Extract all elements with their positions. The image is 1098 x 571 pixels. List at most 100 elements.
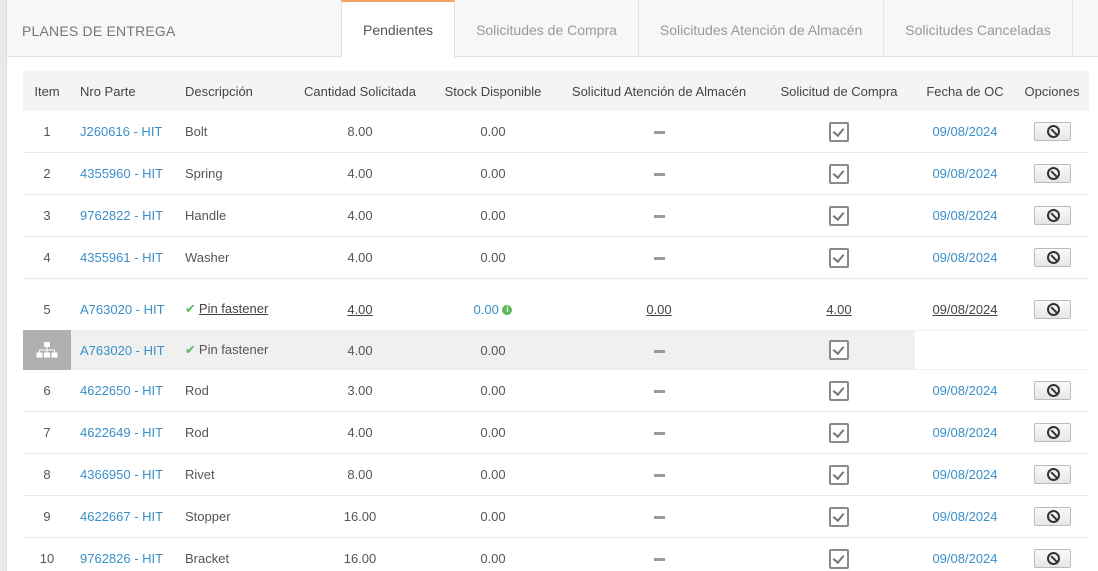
header-stock[interactable]: Stock Disponible (431, 84, 555, 99)
tab-solicitudes-almacen[interactable]: Solicitudes Atención de Almacén (639, 0, 885, 57)
checkbox-checked-icon[interactable] (829, 380, 849, 401)
qty-value: 8.00 (347, 124, 373, 139)
part-link[interactable]: J260616 - HIT (80, 124, 162, 139)
delivery-plans-panel: PLANES DE ENTREGA Pendientes Solicitudes… (6, 0, 1098, 571)
tab-solicitudes-canceladas[interactable]: Solicitudes Canceladas (884, 0, 1073, 57)
header-desc[interactable]: Descripción (177, 84, 289, 99)
table-row[interactable]: 2 4355960 - HIT Spring 4.00 0.00 09/08/2024 (23, 153, 1089, 195)
table-row[interactable]: 10 9762826 - HIT Bracket 16.00 0.00 09/08/202… (23, 538, 1089, 571)
tab-solicitudes-compra[interactable]: Solicitudes de Compra (455, 0, 639, 57)
part-link[interactable]: 9762826 - HIT (80, 551, 163, 566)
ban-icon (1046, 167, 1060, 180)
item-number: 9 (43, 509, 51, 524)
dash-icon (653, 432, 665, 436)
cancel-button[interactable] (1033, 507, 1071, 526)
cancel-button[interactable] (1033, 206, 1071, 225)
qty-value: 4.00 (347, 301, 373, 317)
part-link[interactable]: A763020 - HIT (80, 343, 165, 358)
po-date-link[interactable]: 09/08/2024 (932, 383, 998, 398)
header-warehouse-request[interactable]: Solicitud Atención de Almacén (555, 84, 763, 99)
ban-icon (1046, 468, 1060, 481)
checkbox-checked-icon[interactable] (829, 422, 849, 443)
info-icon[interactable]: i (502, 305, 513, 316)
po-date-link[interactable]: 09/08/2024 (932, 250, 998, 265)
stock-value: 0.00 (480, 551, 506, 566)
description: Pin fastener (198, 342, 269, 357)
cancel-button[interactable] (1033, 122, 1071, 141)
item-number: 4 (43, 250, 51, 265)
header-purchase-request[interactable]: Solicitud de Compra (763, 84, 915, 99)
description: Rod (185, 383, 209, 398)
table-row[interactable]: 8 4366950 - HIT Rivet 8.00 0.00 09/08/2024 (23, 454, 1089, 496)
qty-value: 4.00 (347, 342, 373, 358)
checkbox-checked-icon[interactable] (829, 247, 849, 268)
po-date-link[interactable]: 09/08/2024 (932, 551, 998, 566)
check-icon: ✔ (185, 301, 196, 316)
checkbox-checked-icon[interactable] (829, 121, 849, 142)
empty-cell (915, 331, 1089, 369)
cancel-button[interactable] (1033, 299, 1071, 319)
po-date-link[interactable]: 09/08/2024 (932, 425, 998, 440)
description: Washer (185, 250, 230, 265)
header-po-date[interactable]: Fecha de OC (915, 84, 1015, 99)
item-number: 3 (43, 208, 51, 223)
dash-icon (653, 474, 665, 478)
description: Stopper (185, 509, 231, 524)
ban-icon (1046, 125, 1060, 138)
header-qty[interactable]: Cantidad Solicitada (289, 84, 431, 99)
po-date-link[interactable]: 09/08/2024 (932, 166, 998, 181)
part-link[interactable]: 4622667 - HIT (80, 509, 163, 524)
part-link[interactable]: 4355961 - HIT (80, 250, 163, 265)
warehouse-value: 0.00 (646, 301, 672, 317)
stock-value: 0.00 (480, 124, 506, 139)
checkbox-checked-icon[interactable] (829, 163, 849, 184)
part-link[interactable]: 4366950 - HIT (80, 467, 163, 482)
stock-value: 0.00 (480, 250, 506, 265)
header-item[interactable]: Item (23, 84, 71, 99)
po-date-link[interactable]: 09/08/2024 (932, 208, 998, 223)
ban-icon (1046, 209, 1060, 222)
part-link[interactable]: 9762822 - HIT (80, 208, 163, 223)
cancel-button[interactable] (1033, 381, 1071, 400)
part-link[interactable]: 4622650 - HIT (80, 383, 163, 398)
cancel-button[interactable] (1033, 465, 1071, 484)
part-link[interactable]: 4355960 - HIT (80, 166, 163, 181)
part-link[interactable]: A763020 - HIT (80, 302, 165, 317)
part-link[interactable]: 4622649 - HIT (80, 425, 163, 440)
stock-link[interactable]: 0.00 (474, 302, 499, 317)
dash-icon (653, 173, 665, 177)
cancel-button[interactable] (1033, 423, 1071, 442)
item-number: 10 (39, 551, 55, 566)
po-date-link[interactable]: 09/08/2024 (932, 509, 998, 524)
po-date-link[interactable]: 09/08/2024 (932, 124, 998, 139)
stock-value: 0.00 (480, 383, 506, 398)
cancel-button[interactable] (1033, 549, 1071, 568)
header-part[interactable]: Nro Parte (71, 84, 177, 99)
po-date-link[interactable]: 09/08/2024 (932, 467, 998, 482)
item-number: 5 (43, 301, 51, 317)
table-row[interactable]: 3 9762822 - HIT Handle 4.00 0.00 09/08/2024 (23, 195, 1089, 237)
tab-pendientes[interactable]: Pendientes (341, 0, 456, 58)
table-row[interactable]: 6 4622650 - HIT Rod 3.00 0.00 09/08/2024 (23, 370, 1089, 412)
checkbox-checked-icon[interactable] (829, 506, 849, 527)
table-row[interactable]: 7 4622649 - HIT Rod 4.00 0.00 09/08/2024 (23, 412, 1089, 454)
description: Rivet (185, 467, 215, 482)
ban-icon (1046, 552, 1060, 565)
checkbox-checked-icon[interactable] (829, 205, 849, 226)
cancel-button[interactable] (1033, 248, 1071, 267)
purchase-value: 4.00 (826, 301, 852, 317)
checkbox-checked-icon[interactable] (829, 340, 849, 360)
cancel-button[interactable] (1033, 164, 1071, 183)
description: Bolt (185, 124, 208, 139)
table-row[interactable]: 1 J260616 - HIT Bolt 8.00 0.00 09/08/2024 (23, 111, 1089, 153)
checkbox-checked-icon[interactable] (829, 464, 849, 485)
po-date-link[interactable]: 09/08/2024 (932, 301, 998, 317)
checkbox-checked-icon[interactable] (829, 548, 849, 569)
table-row[interactable]: 4 4355961 - HIT Washer 4.00 0.00 09/08/2024 (23, 237, 1089, 279)
stock-value: 0.00 (480, 342, 506, 358)
plans-table: Item Nro Parte Descripción Cantidad Soli… (23, 71, 1089, 571)
item-number: 6 (43, 383, 51, 398)
qty-value: 16.00 (343, 509, 377, 524)
table-row-selected[interactable]: 5 A763020 - HIT ✔ Pin fastener 4.00 0.00 … (23, 288, 1089, 330)
table-row[interactable]: 9 4622667 - HIT Stopper 16.00 0.00 09/08/2024 (23, 496, 1089, 538)
